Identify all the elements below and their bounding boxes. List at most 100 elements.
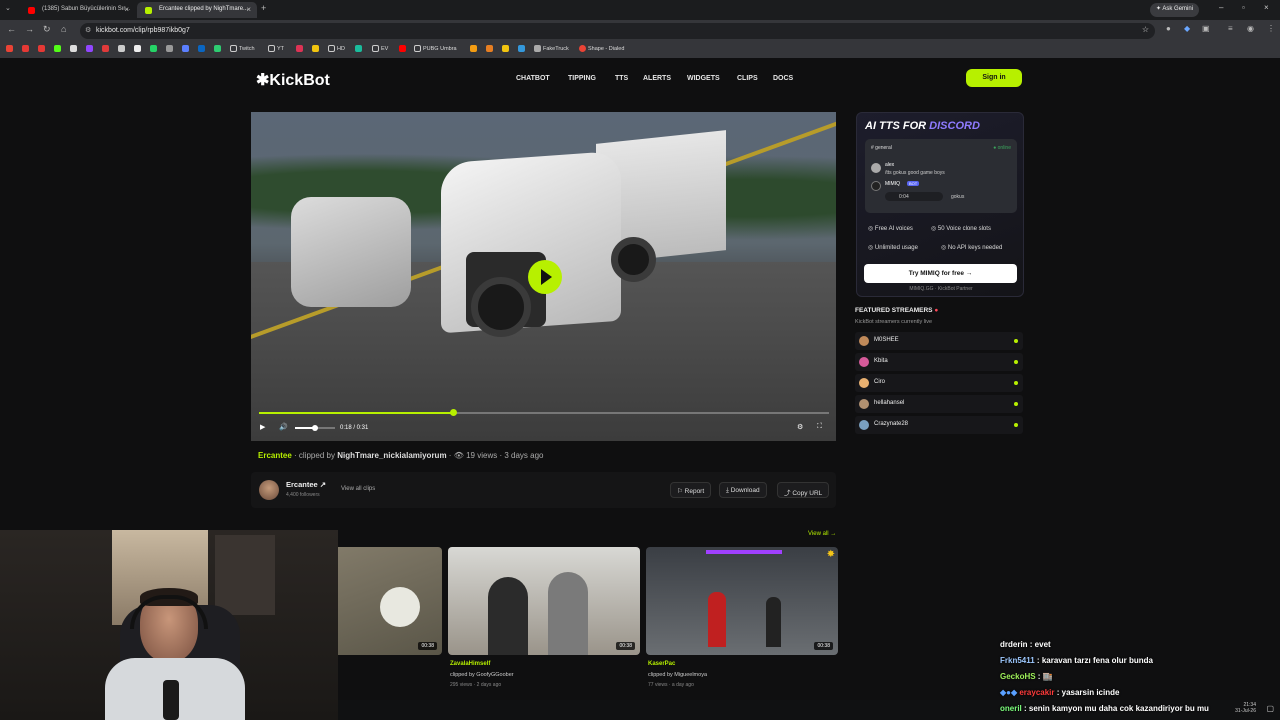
streamer-row[interactable]: Kbita bbox=[855, 353, 1023, 371]
clip-title[interactable]: ZavalaHimself bbox=[450, 661, 490, 667]
ask-gemini-label: Ask Gemini bbox=[1162, 6, 1194, 12]
close-window-icon[interactable]: × bbox=[1264, 3, 1269, 12]
bookmark-kick-icon[interactable] bbox=[54, 45, 63, 52]
close-tab-icon[interactable]: × bbox=[246, 5, 251, 14]
bookmark-youtube-icon[interactable] bbox=[399, 45, 408, 52]
bookmark-star-icon[interactable]: ☆ bbox=[1142, 25, 1149, 34]
play-button-icon[interactable] bbox=[528, 260, 562, 294]
tab-youtube[interactable]: (1385) Sabun Büyücülerinin Sır... × bbox=[20, 2, 135, 18]
bookmark-app-icon[interactable] bbox=[296, 45, 305, 52]
channel-avatar[interactable] bbox=[259, 480, 279, 500]
bookmark-app-icon[interactable] bbox=[38, 45, 47, 52]
extension-icon[interactable]: ◆ bbox=[1184, 24, 1190, 33]
bookmark-gmail-icon[interactable] bbox=[6, 45, 15, 52]
try-mimiq-button[interactable]: Try MIMIQ for free → bbox=[864, 264, 1017, 283]
seek-bar[interactable] bbox=[259, 409, 829, 416]
address-bar[interactable]: ⚙ kickbot.com/clip/rpb987ikb0g7 ☆ bbox=[80, 23, 1155, 39]
copy-url-button[interactable]: ⤴ Copy URL bbox=[777, 482, 830, 498]
settings-gear-icon[interactable]: ⚙ bbox=[797, 423, 803, 431]
video-player[interactable]: ▶ 🔊 0:18 / 0:31 ⚙ ⛶ bbox=[251, 112, 836, 441]
new-tab-icon[interactable]: + bbox=[261, 3, 266, 13]
tab-list-chevron-icon[interactable]: ⌄ bbox=[5, 4, 11, 12]
clip-title[interactable]: KaserPac bbox=[648, 661, 675, 667]
bookmark-app-icon[interactable] bbox=[70, 45, 79, 52]
bookmark-app-icon[interactable] bbox=[518, 45, 527, 52]
bookmark-app-icon[interactable] bbox=[312, 45, 321, 52]
bookmark-tumblr-icon[interactable] bbox=[102, 45, 111, 52]
clip-card-thumbnail[interactable]: ✸ 00:38 bbox=[646, 547, 838, 655]
clipper-link[interactable]: NighTmare_nickialamiyorum bbox=[337, 451, 446, 460]
kickbot-logo[interactable]: ✱KickBot bbox=[256, 70, 330, 90]
bookmark-app-icon[interactable] bbox=[134, 45, 143, 52]
volume-slider[interactable] bbox=[295, 425, 335, 431]
star-badge-icon: ✸ bbox=[826, 549, 835, 560]
bookmarks-bar: Twitch YT HD EV PUBG Umbra FakeTruck Sha… bbox=[0, 42, 1280, 58]
volume-handle[interactable] bbox=[312, 425, 318, 431]
nav-widgets[interactable]: WIDGETS bbox=[687, 75, 720, 82]
reload-icon[interactable]: ↻ bbox=[43, 24, 51, 35]
extensions-puzzle-icon[interactable]: ▣ bbox=[1202, 24, 1210, 33]
download-button[interactable]: ⤓ Download bbox=[719, 482, 767, 498]
site-info-icon[interactable]: ⚙ bbox=[85, 26, 91, 34]
maximize-icon[interactable]: ▫ bbox=[1242, 3, 1245, 12]
close-tab-icon[interactable]: × bbox=[124, 5, 129, 14]
bookmark-shape-dialed[interactable]: Shape - Dialed bbox=[579, 45, 624, 52]
report-button[interactable]: ⚐ Report bbox=[670, 482, 712, 498]
view-all-clips-link[interactable]: View all clips bbox=[341, 486, 375, 492]
minimize-icon[interactable]: – bbox=[1219, 3, 1223, 12]
bookmark-folder-yt[interactable]: YT bbox=[268, 45, 284, 52]
seek-handle[interactable] bbox=[449, 409, 457, 416]
home-icon[interactable]: ⌂ bbox=[61, 24, 66, 34]
fullscreen-icon[interactable]: ⛶ bbox=[817, 423, 822, 431]
nav-docs[interactable]: DOCS bbox=[773, 75, 793, 82]
nav-tts[interactable]: TTS bbox=[615, 75, 628, 82]
clip-streamer-link[interactable]: Ercantee bbox=[258, 451, 292, 460]
forward-icon[interactable]: → bbox=[25, 24, 34, 34]
downloads-icon[interactable]: ≡ bbox=[1228, 24, 1233, 33]
sign-in-button[interactable]: Sign in bbox=[966, 69, 1022, 87]
menu-kebab-icon[interactable]: ⋮ bbox=[1267, 24, 1275, 33]
back-icon[interactable]: ← bbox=[7, 24, 16, 34]
streamer-row[interactable]: hellahansel bbox=[855, 395, 1023, 413]
bookmark-app-icon[interactable] bbox=[486, 45, 495, 52]
bookmark-folder-hd[interactable]: HD bbox=[328, 45, 345, 52]
bookmark-app-icon[interactable] bbox=[166, 45, 175, 52]
tab-kickbot[interactable]: Ercantee clipped by NighTmare... × bbox=[137, 2, 257, 18]
streamer-row[interactable]: Crazynate28 bbox=[855, 416, 1023, 434]
bookmark-app-icon[interactable] bbox=[22, 45, 31, 52]
download-label: Download bbox=[730, 487, 760, 494]
bookmark-folder-ev[interactable]: EV bbox=[372, 45, 388, 52]
bookmark-app-icon[interactable] bbox=[355, 45, 364, 52]
bookmark-x-icon[interactable] bbox=[118, 45, 127, 52]
bookmark-faketruck[interactable]: FakeTruck bbox=[534, 45, 569, 52]
streamer-row[interactable]: Ciro bbox=[855, 374, 1023, 392]
bookmark-folder-twitch[interactable]: Twitch bbox=[230, 45, 255, 52]
nav-chatbot[interactable]: CHATBOT bbox=[516, 75, 550, 82]
online-status: ● online bbox=[993, 145, 1011, 151]
clip-card-thumbnail[interactable]: 00:38 bbox=[448, 547, 640, 655]
volume-icon[interactable]: 🔊 bbox=[279, 423, 288, 431]
ask-gemini-button[interactable]: ✦ Ask Gemini bbox=[1150, 3, 1200, 17]
bookmark-twitch-icon[interactable] bbox=[86, 45, 95, 52]
channel-name[interactable]: Ercantee ↗ bbox=[286, 480, 326, 489]
clip-clipper[interactable]: clipped by GoofyGGoober bbox=[450, 672, 514, 678]
bookmark-app-icon[interactable] bbox=[502, 45, 511, 52]
streamer-avatar bbox=[859, 378, 869, 388]
bookmark-app-icon[interactable] bbox=[214, 45, 223, 52]
bookmark-app-icon[interactable] bbox=[470, 45, 479, 52]
play-icon[interactable]: ▶ bbox=[260, 423, 265, 431]
profile-avatar-icon[interactable]: ◉ bbox=[1247, 24, 1254, 33]
nav-clips[interactable]: CLIPS bbox=[737, 75, 758, 82]
chat-badges-icon: ◆●◆ bbox=[1000, 688, 1020, 697]
audio-clip[interactable]: 0:04 bbox=[885, 192, 943, 201]
bookmark-linkedin-icon[interactable] bbox=[198, 45, 207, 52]
bookmark-app-icon[interactable] bbox=[182, 45, 191, 52]
streamer-row[interactable]: M0SHEE bbox=[855, 332, 1023, 350]
extension-icon[interactable]: ● bbox=[1166, 24, 1171, 33]
clip-clipper[interactable]: clipped by Migueelmoya bbox=[648, 672, 707, 678]
bookmark-whatsapp-icon[interactable] bbox=[150, 45, 159, 52]
nav-alerts[interactable]: ALERTS bbox=[643, 75, 671, 82]
nav-tipping[interactable]: TIPPING bbox=[568, 75, 596, 82]
bookmark-folder-pubg[interactable]: PUBG Umbra bbox=[414, 45, 457, 52]
view-all-clips-link[interactable]: View all → bbox=[808, 531, 836, 537]
